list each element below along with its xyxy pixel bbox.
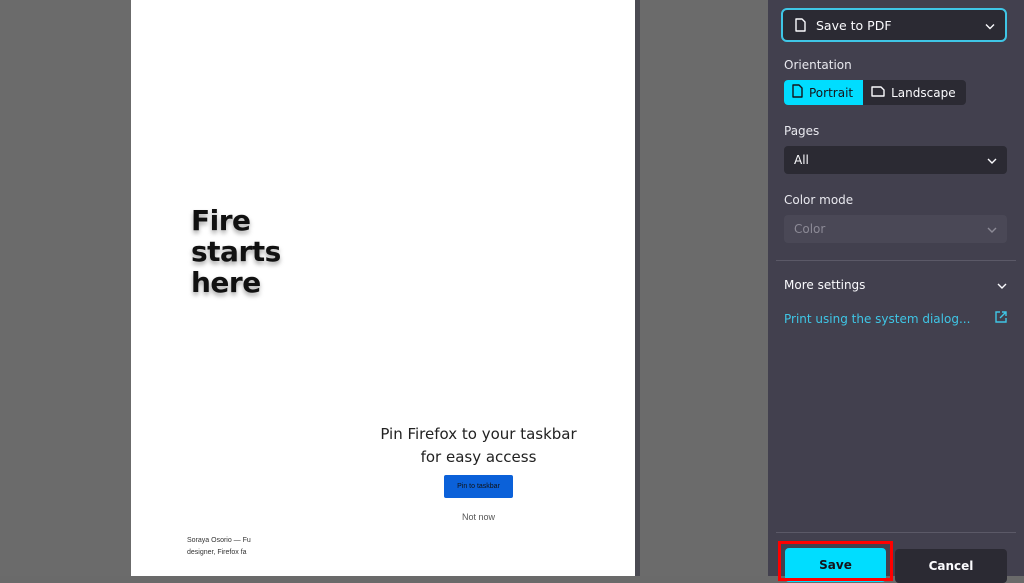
cancel-button[interactable]: Cancel: [895, 549, 1007, 583]
color-mode-value: Color: [794, 222, 826, 236]
print-preview-area: Fire starts here Pin Firefox to your tas…: [0, 0, 768, 576]
landscape-page-icon: [871, 85, 885, 100]
orientation-portrait[interactable]: Portrait: [784, 80, 864, 105]
pin-firefox-heading: Pin Firefox to your taskbar for easy acc…: [361, 423, 596, 469]
preview-page: Fire starts here Pin Firefox to your tas…: [131, 0, 635, 576]
portrait-page-icon: [792, 84, 803, 101]
byline: Soraya Osorio — Fu designer, Firefox fa: [187, 535, 267, 559]
pages-value: All: [794, 153, 809, 167]
divider: [776, 260, 1016, 261]
portrait-label: Portrait: [809, 85, 854, 100]
hero-line: starts: [191, 235, 281, 268]
divider: [776, 532, 1016, 533]
byline-line: designer, Firefox fa: [187, 549, 247, 556]
save-highlight-box: [778, 541, 893, 581]
landscape-label: Landscape: [891, 85, 956, 100]
color-mode-label: Color mode: [784, 193, 854, 207]
pin-title-line: for easy access: [420, 448, 537, 466]
system-dialog-label: Print using the system dialog...: [784, 311, 971, 326]
orientation-landscape[interactable]: Landscape: [863, 80, 965, 105]
pin-title-line: Pin Firefox to your taskbar: [380, 425, 577, 443]
color-mode-select[interactable]: Color: [784, 215, 1007, 243]
not-now-link: Not now: [461, 512, 496, 522]
byline-line: Soraya Osorio — Fu: [187, 537, 251, 544]
hero-line: here: [191, 266, 261, 299]
pages-label: Pages: [784, 124, 820, 138]
system-dialog-link[interactable]: Print using the system dialog...: [784, 311, 1007, 326]
document-icon: [795, 18, 806, 32]
more-settings-label: More settings: [784, 278, 866, 292]
pages-select[interactable]: All: [784, 146, 1007, 174]
hero-line: Fire: [191, 204, 251, 237]
external-link-icon: [995, 311, 1007, 326]
page-edge-shadow: [635, 0, 640, 576]
orientation-toggle: Portrait Landscape: [784, 80, 966, 105]
chevron-down-icon: [997, 278, 1007, 292]
print-settings-panel: Save to PDF Orientation Portrait Landsca…: [768, 0, 1024, 576]
destination-select[interactable]: Save to PDF: [781, 8, 1007, 42]
more-settings-toggle[interactable]: More settings: [784, 278, 1007, 292]
destination-value: Save to PDF: [816, 17, 892, 33]
chevron-down-icon: [985, 18, 995, 33]
hero-heading: Fire starts here: [191, 205, 281, 298]
orientation-label: Orientation: [784, 58, 852, 72]
pin-to-taskbar-button: Pin to taskbar: [444, 475, 513, 498]
chevron-down-icon: [987, 153, 997, 167]
chevron-down-icon: [987, 222, 997, 236]
